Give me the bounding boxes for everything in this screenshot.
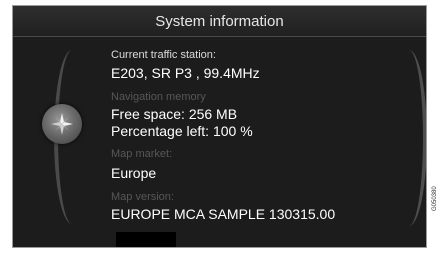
navigation-memory-label: Navigation memory (111, 91, 206, 103)
map-market-label: Map market: (111, 148, 173, 160)
traffic-station-label: Current traffic station: (111, 49, 216, 61)
page-title: System information (155, 13, 284, 30)
map-version-value: EUROPE MCA SAMPLE 130315.00 (111, 206, 336, 222)
map-market-value: Europe (111, 165, 157, 181)
info-list: Current traffic station: E203, SR P3 , 9… (111, 41, 401, 223)
traffic-station-value: E203, SR P3 , 99.4MHz (111, 65, 260, 81)
percentage-left-value: Percentage left: 100 % (111, 123, 253, 139)
free-space-value: Free space: 256 MB (111, 106, 238, 122)
compass-icon[interactable] (42, 104, 82, 144)
figure-code: G050380 (432, 186, 438, 211)
header-bar: System information (13, 6, 426, 37)
map-version-label: Map version: (111, 191, 174, 203)
system-information-screen: System information Current traffic stati… (12, 5, 427, 248)
redacted-block (116, 232, 176, 247)
